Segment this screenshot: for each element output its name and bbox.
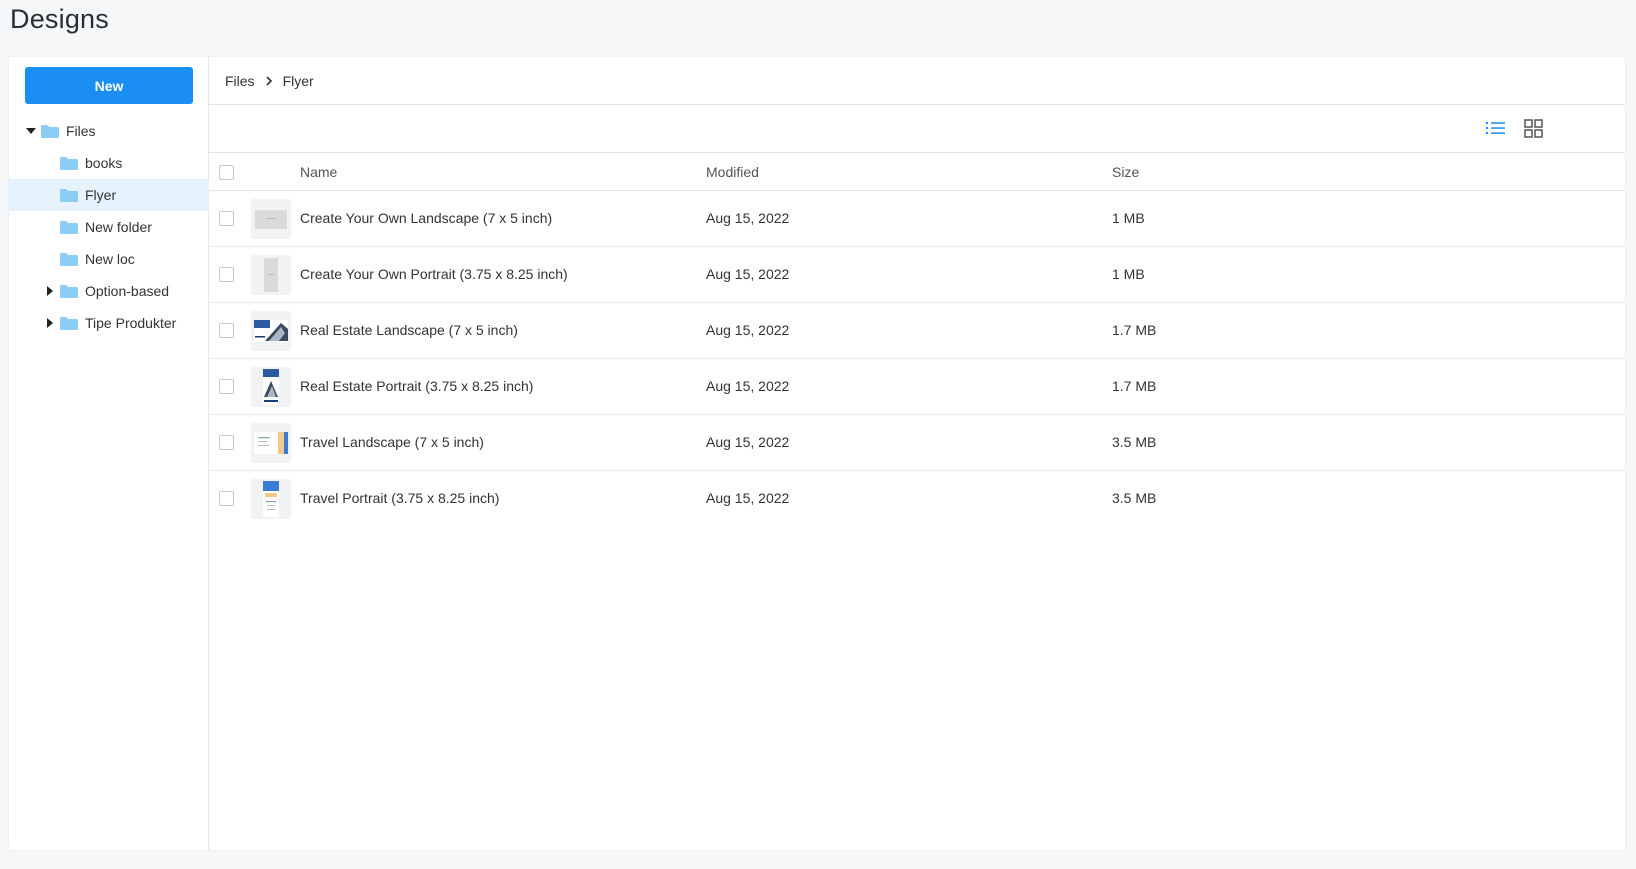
breadcrumb: Files Flyer [209, 57, 1625, 105]
tree-item-tipe-produkter[interactable]: Tipe Produkter [9, 307, 209, 339]
file-thumbnail [251, 423, 291, 463]
tree-item-label: books [85, 155, 123, 171]
grid-view-icon[interactable] [1523, 119, 1545, 139]
column-header-modified[interactable]: Modified [706, 164, 759, 180]
file-name[interactable]: Create Your Own Landscape (7 x 5 inch) [300, 210, 552, 226]
row-checkbox[interactable] [219, 379, 234, 394]
folder-icon [41, 124, 59, 138]
new-button[interactable]: New [25, 67, 193, 104]
table-row[interactable]: Travel Landscape (7 x 5 inch) Aug 15, 202… [209, 415, 1625, 471]
folder-icon [60, 316, 78, 330]
row-checkbox[interactable] [219, 491, 234, 506]
tree-item-books[interactable]: books [9, 147, 209, 179]
tree-item-label: New loc [85, 251, 135, 267]
tree-item-label: Files [66, 123, 96, 139]
file-modified: Aug 15, 2022 [706, 322, 790, 338]
folder-icon [60, 252, 78, 266]
file-size: 3.5 MB [1112, 434, 1157, 450]
file-size: 1.7 MB [1112, 322, 1157, 338]
table-header: Name Modified Size [209, 153, 1625, 191]
file-thumbnail [251, 479, 291, 519]
file-thumbnail [251, 199, 291, 239]
file-name[interactable]: Real Estate Portrait (3.75 x 8.25 inch) [300, 378, 533, 394]
file-modified: Aug 15, 2022 [706, 266, 790, 282]
file-size: 3.5 MB [1112, 490, 1157, 506]
row-checkbox[interactable] [219, 267, 234, 282]
row-checkbox[interactable] [219, 435, 234, 450]
select-all-checkbox[interactable] [219, 165, 234, 180]
caret-right-icon[interactable] [44, 318, 56, 328]
file-modified: Aug 15, 2022 [706, 434, 790, 450]
table-row[interactable]: Real Estate Portrait (3.75 x 8.25 inch) A… [209, 359, 1625, 415]
folder-icon [60, 284, 78, 298]
tree-item-new-folder[interactable]: New folder [9, 211, 209, 243]
file-modified: Aug 15, 2022 [706, 490, 790, 506]
file-name[interactable]: Create Your Own Portrait (3.75 x 8.25 in… [300, 266, 568, 282]
tree-item-label: New folder [85, 219, 152, 235]
tree-item-label: Flyer [85, 187, 117, 203]
caret-right-icon[interactable] [44, 286, 56, 296]
table-row[interactable]: Create Your Own Portrait (3.75 x 8.25 in… [209, 247, 1625, 303]
table-row[interactable]: Real Estate Landscape (7 x 5 inch) Aug 15… [209, 303, 1625, 359]
column-header-size[interactable]: Size [1112, 164, 1139, 180]
breadcrumb-item-current: Flyer [282, 72, 314, 89]
file-name[interactable]: Real Estate Landscape (7 x 5 inch) [300, 322, 518, 338]
file-name[interactable]: Travel Landscape (7 x 5 inch) [300, 434, 484, 450]
file-thumbnail [251, 255, 291, 295]
view-toolbar [209, 105, 1625, 153]
tree-item-files[interactable]: Files [9, 115, 209, 147]
file-name[interactable]: Travel Portrait (3.75 x 8.25 inch) [300, 490, 499, 506]
file-size: 1 MB [1112, 266, 1145, 282]
file-modified: Aug 15, 2022 [706, 378, 790, 394]
breadcrumb-item-files[interactable]: Files [225, 73, 255, 89]
column-header-name[interactable]: Name [300, 164, 337, 180]
folder-tree: Files books Flyer New folder New loc Option-b… [9, 115, 209, 339]
tree-item-flyer[interactable]: Flyer [9, 179, 209, 211]
folder-icon [60, 156, 78, 170]
file-size: 1 MB [1112, 210, 1145, 226]
file-thumbnail [251, 367, 291, 407]
row-checkbox[interactable] [219, 323, 234, 338]
file-browser-panel: New Files books Flyer New folder New loc Opti… [9, 57, 1625, 850]
chevron-right-icon [265, 75, 273, 86]
page-title: Designs [10, 4, 109, 34]
tree-item-new-loc[interactable]: New loc [9, 243, 209, 275]
file-modified: Aug 15, 2022 [706, 210, 790, 226]
list-view-icon[interactable] [1485, 119, 1507, 139]
folder-icon [60, 188, 78, 202]
row-checkbox[interactable] [219, 211, 234, 226]
main-content: Files Flyer Name Modified Size Create Yo… [209, 57, 1625, 850]
caret-down-icon[interactable] [25, 127, 37, 135]
sidebar: New Files books Flyer New folder New loc Opti… [9, 57, 209, 850]
tree-item-label: Tipe Produkter [85, 315, 177, 331]
table-row[interactable]: Travel Portrait (3.75 x 8.25 inch) Aug 15… [209, 471, 1625, 527]
file-list: Create Your Own Landscape (7 x 5 inch) Au… [209, 191, 1625, 527]
tree-item-option-based[interactable]: Option-based [9, 275, 209, 307]
file-thumbnail [251, 311, 291, 351]
file-size: 1.7 MB [1112, 378, 1157, 394]
tree-item-label: Option-based [85, 283, 170, 299]
table-row[interactable]: Create Your Own Landscape (7 x 5 inch) Au… [209, 191, 1625, 247]
folder-icon [60, 220, 78, 234]
